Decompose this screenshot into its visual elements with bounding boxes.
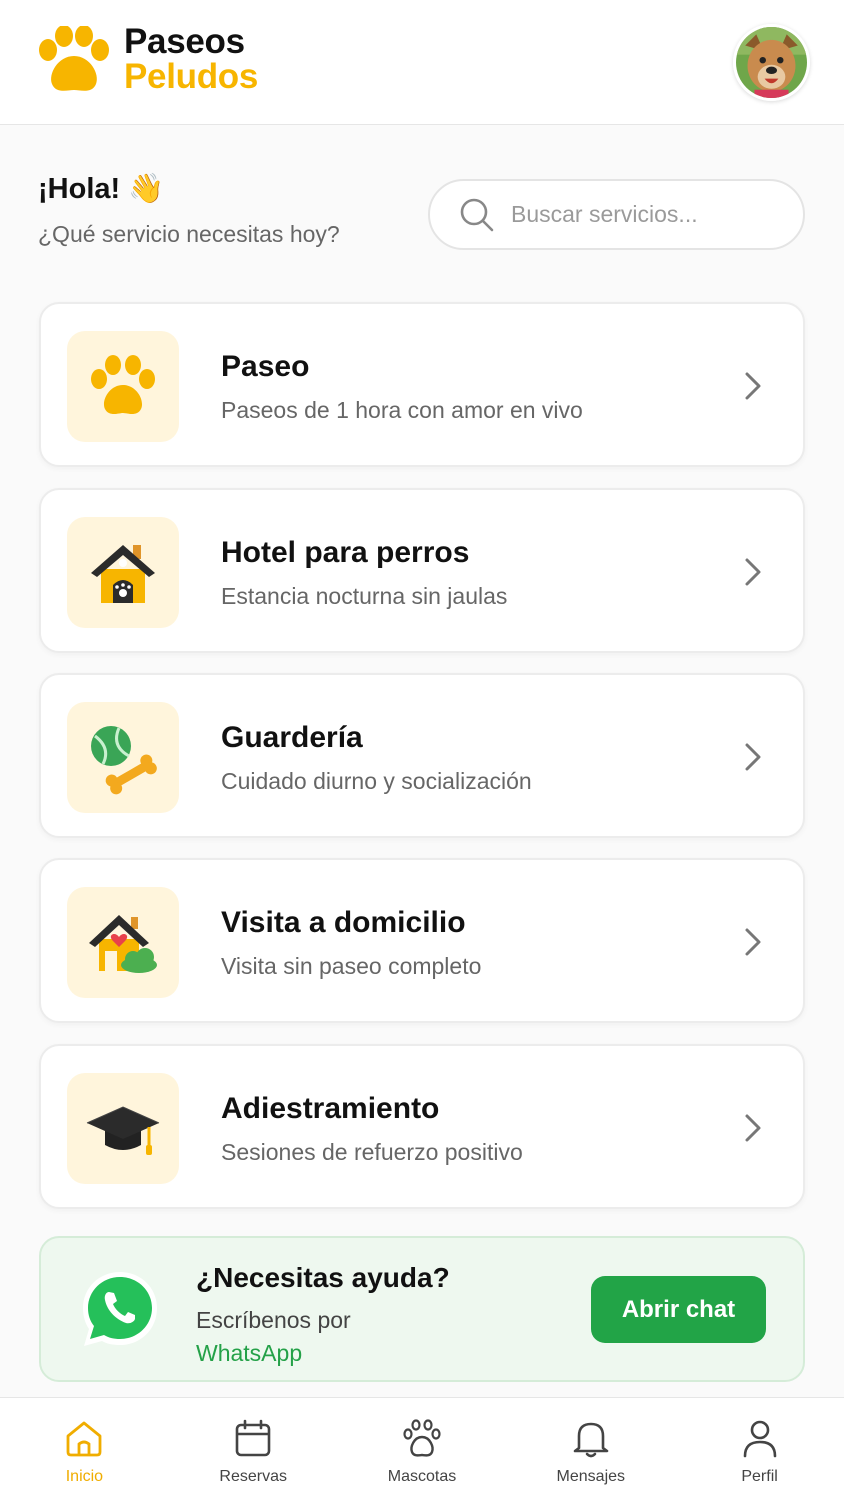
help-banner: ¿Necesitas ayuda? Escríbenos por WhatsAp… (39, 1236, 805, 1382)
service-card-paseo[interactable]: Paseo Paseos de 1 hora con amor en vivo (39, 302, 805, 467)
nav-item-inicio[interactable]: Inicio (0, 1398, 169, 1500)
home-heart-icon (89, 914, 157, 973)
brand-name: Paseos Peludos (124, 24, 258, 94)
help-title: ¿Necesitas ayuda? (196, 1262, 450, 1293)
greeting-subtitle: ¿Qué servicio necesitas hoy? (38, 221, 340, 247)
greeting-title: ¡Hola! 👋 (38, 172, 164, 206)
service-title: Guardería (221, 721, 363, 754)
service-subtitle: Estancia nocturna sin jaulas (221, 583, 508, 609)
bottom-nav: Inicio Reservas Mascotas Mensajes Perfil (0, 1397, 844, 1500)
open-chat-button[interactable]: Abrir chat (591, 1276, 766, 1343)
dog-house-icon (91, 544, 155, 603)
chevron-right-icon (745, 558, 761, 586)
nav-item-perfil[interactable]: Perfil (675, 1398, 844, 1500)
greeting-text: ¡Hola! (38, 172, 121, 205)
service-icon-box (67, 1073, 179, 1184)
nav-label: Perfil (741, 1468, 778, 1485)
user-icon (743, 1420, 776, 1458)
ball-bone-icon (91, 725, 157, 794)
service-icon-box (67, 517, 179, 628)
service-title: Visita a domicilio (221, 906, 466, 939)
app-header: Paseos Peludos (0, 0, 844, 125)
paw-icon (39, 26, 109, 91)
service-subtitle: Paseos de 1 hora con amor en vivo (221, 397, 583, 423)
brand-line1: Paseos (124, 22, 245, 61)
chevron-right-icon (745, 928, 761, 956)
service-icon-box (67, 887, 179, 998)
service-title: Paseo (221, 350, 310, 383)
search-icon (460, 198, 494, 231)
dog-avatar-icon (736, 27, 807, 98)
paw-icon (91, 354, 155, 414)
chevron-right-icon (745, 1114, 761, 1142)
service-card-visita[interactable]: Visita a domicilio Visita sin paseo comp… (39, 858, 805, 1023)
help-subtitle: Escríbenos por WhatsApp (196, 1304, 351, 1370)
search-bar[interactable] (428, 179, 805, 250)
nav-label: Mensajes (556, 1468, 626, 1485)
search-input[interactable] (511, 201, 791, 228)
whatsapp-link[interactable]: WhatsApp (196, 1337, 351, 1370)
avatar[interactable] (733, 24, 810, 101)
waving-hand-icon: 👋 (128, 173, 165, 205)
brand-line2: Peludos (124, 57, 259, 96)
service-subtitle: Cuidado diurno y socialización (221, 768, 532, 794)
service-title: Hotel para perros (221, 536, 470, 569)
service-title: Adiestramiento (221, 1092, 440, 1125)
chevron-right-icon (745, 743, 761, 771)
nav-label: Inicio (65, 1468, 104, 1485)
nav-item-mensajes[interactable]: Mensajes (506, 1398, 675, 1500)
whatsapp-icon (83, 1272, 157, 1346)
service-card-guarderia[interactable]: Guardería Cuidado diurno y socialización (39, 673, 805, 838)
paw-icon (403, 1419, 441, 1457)
service-icon-box (67, 331, 179, 442)
service-card-adiestramiento[interactable]: Adiestramiento Sesiones de refuerzo posi… (39, 1044, 805, 1209)
nav-label: Reservas (219, 1468, 287, 1485)
chevron-right-icon (745, 372, 761, 400)
graduation-cap-icon (86, 1105, 160, 1155)
nav-label: Mascotas (387, 1468, 457, 1485)
service-card-hotel[interactable]: Hotel para perros Estancia nocturna sin … (39, 488, 805, 653)
home-icon (66, 1421, 102, 1457)
service-icon-box (67, 702, 179, 813)
bell-icon (573, 1422, 609, 1458)
service-subtitle: Visita sin paseo completo (221, 953, 482, 979)
service-subtitle: Sesiones de refuerzo positivo (221, 1139, 523, 1165)
nav-item-mascotas[interactable]: Mascotas (338, 1398, 507, 1500)
help-subtitle-text: Escríbenos por (196, 1307, 351, 1333)
calendar-icon (235, 1419, 271, 1457)
nav-item-reservas[interactable]: Reservas (169, 1398, 338, 1500)
